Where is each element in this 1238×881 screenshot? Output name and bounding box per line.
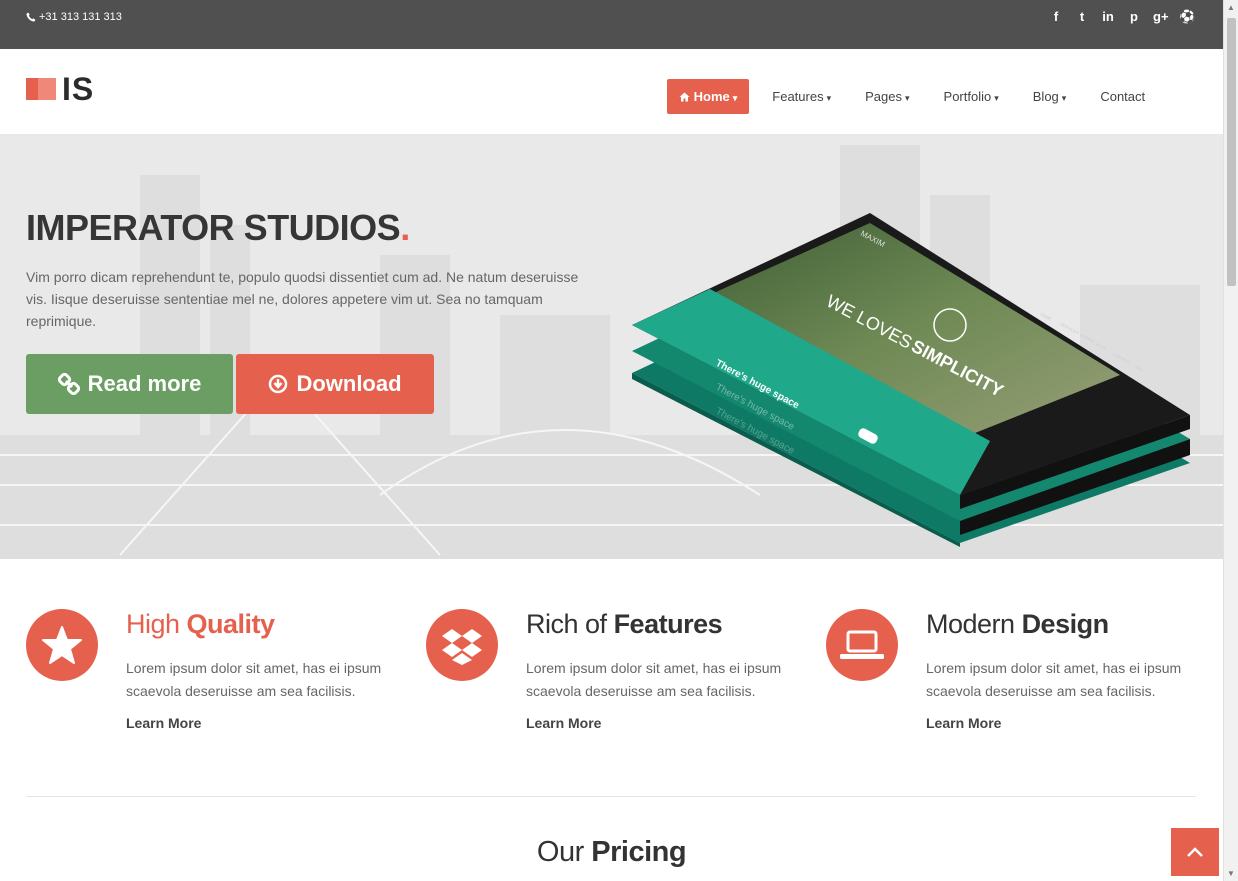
scrollbar-thumb[interactable] bbox=[1227, 18, 1236, 286]
nav-contact-label: Contact bbox=[1100, 89, 1146, 104]
dribbble-icon[interactable]: ⚽ bbox=[1179, 9, 1195, 25]
phone-icon bbox=[26, 12, 36, 22]
feature-title: Rich of Features bbox=[526, 609, 723, 640]
nav-pages[interactable]: Pages ▾ bbox=[865, 79, 909, 114]
feature-title-light: Rich of bbox=[526, 609, 607, 639]
feature-title: High Quality bbox=[126, 609, 275, 640]
hero-title-dot: . bbox=[400, 207, 410, 248]
star-icon bbox=[42, 626, 82, 664]
phone-contact: +31 313 131 313 bbox=[26, 11, 122, 23]
nav-blog-label: Blog bbox=[1032, 89, 1059, 104]
home-icon bbox=[679, 92, 690, 102]
hero-title-text: IMPERATOR STUDIOS bbox=[26, 207, 401, 248]
logo-text: IS bbox=[62, 71, 95, 107]
hero-title: IMPERATOR STUDIOS. bbox=[26, 207, 410, 249]
feature-high-quality: High Quality Lorem ipsum dolor sit amet,… bbox=[26, 609, 406, 749]
scroll-to-top-button[interactable] bbox=[1171, 828, 1219, 876]
dropbox-icon bbox=[442, 629, 482, 665]
chevron-down-icon: ▾ bbox=[732, 93, 738, 103]
social-links: f t in p g+ ⚽ bbox=[1049, 9, 1195, 25]
feature-title-bold: Design bbox=[1021, 609, 1110, 639]
pricing-heading-light: Our bbox=[536, 836, 584, 868]
mockup-nav-contact: CONTACT bbox=[1112, 351, 1132, 365]
link-icon bbox=[57, 373, 80, 395]
nav-portfolio-label: Portfolio bbox=[943, 89, 992, 104]
feature-title-light: High bbox=[126, 609, 180, 639]
main-nav: Home ▾ Features ▾ Pages ▾ Portfolio ▾ Blog ▾ … bbox=[667, 79, 1179, 114]
facebook-icon[interactable]: f bbox=[1049, 9, 1063, 25]
feature-modern-design: Modern Design Lorem ipsum dolor sit amet… bbox=[826, 609, 1206, 749]
section-divider bbox=[26, 796, 1196, 797]
scroll-down-arrow-icon[interactable]: ▼ bbox=[1227, 869, 1235, 878]
nav-portfolio[interactable]: Portfolio ▾ bbox=[944, 79, 999, 114]
feature-title: Modern Design bbox=[926, 609, 1109, 640]
device-mockup-illustration: MAXIM WE LOVES SIMPLICITY There's huge s… bbox=[632, 213, 1190, 547]
pricing-heading-bold: Pricing bbox=[591, 836, 687, 868]
phone-number: +31 313 131 313 bbox=[39, 11, 122, 23]
chevron-up-icon bbox=[1187, 847, 1203, 857]
pinterest-icon[interactable]: p bbox=[1127, 9, 1141, 25]
read-more-label: Read more bbox=[87, 371, 202, 396]
twitter-icon[interactable]: t bbox=[1075, 9, 1089, 25]
feature-icon-circle bbox=[26, 609, 98, 681]
nav-pages-label: Pages bbox=[865, 89, 902, 104]
download-icon bbox=[269, 374, 288, 394]
linkedin-icon[interactable]: in bbox=[1101, 9, 1115, 25]
nav-features[interactable]: Features ▾ bbox=[772, 79, 831, 114]
learn-more-link[interactable]: Learn More bbox=[526, 715, 601, 731]
nav-home-label: Home bbox=[693, 89, 730, 104]
pricing-heading: Our Pricing bbox=[0, 836, 1223, 869]
logo-mark bbox=[26, 78, 56, 100]
learn-more-link[interactable]: Learn More bbox=[926, 715, 1001, 731]
googleplus-icon[interactable]: g+ bbox=[1153, 9, 1169, 25]
mockup-nav-faq: FAQ bbox=[1135, 364, 1144, 372]
nav-home[interactable]: Home ▾ bbox=[667, 79, 750, 114]
mockup-nav-works: WORKS bbox=[1080, 332, 1096, 344]
feature-title-bold: Features bbox=[613, 609, 723, 639]
nav-features-label: Features bbox=[772, 89, 824, 104]
chevron-down-icon: ▾ bbox=[905, 93, 910, 103]
learn-more-link[interactable]: Learn More bbox=[126, 715, 201, 731]
top-bar: +31 313 131 313 f t in p g+ ⚽ bbox=[0, 0, 1223, 49]
scroll-up-arrow-icon[interactable]: ▲ bbox=[1227, 3, 1235, 12]
nav-contact[interactable]: Contact bbox=[1100, 79, 1145, 114]
feature-rich-features: Rich of Features Lorem ipsum dolor sit a… bbox=[426, 609, 806, 749]
read-more-button[interactable]: Read more bbox=[26, 354, 233, 414]
feature-icon-circle bbox=[426, 609, 498, 681]
feature-icon-circle bbox=[826, 609, 898, 681]
chevron-down-icon: ▾ bbox=[826, 93, 832, 103]
logo[interactable]: IS bbox=[26, 71, 95, 107]
page-scrollbar[interactable]: ▲ ▼ bbox=[1223, 0, 1238, 881]
site-header: IS Home ▾ Features ▾ Pages ▾ Portfolio ▾ Blo… bbox=[0, 49, 1223, 135]
hero-section: IMPERATOR STUDIOS. Vim porro dicam repre… bbox=[0, 135, 1223, 559]
download-button[interactable]: Download bbox=[236, 354, 434, 414]
download-label: Download bbox=[296, 371, 402, 396]
mockup-nav-blog: BLOG bbox=[1096, 341, 1108, 351]
feature-title-bold: Quality bbox=[186, 609, 276, 639]
mockup-nav-services: SERVICES bbox=[1060, 321, 1080, 335]
mockup-nav-home: HOME bbox=[1040, 311, 1053, 321]
nav-blog[interactable]: Blog ▾ bbox=[1033, 79, 1067, 114]
chevron-down-icon: ▾ bbox=[1061, 93, 1067, 103]
feature-text: Lorem ipsum dolor sit amet, has ei ipsum… bbox=[126, 660, 382, 699]
feature-text: Lorem ipsum dolor sit amet, has ei ipsum… bbox=[526, 660, 782, 699]
hero-description: Vim porro dicam reprehendunt te, populo … bbox=[26, 269, 579, 329]
laptop-icon bbox=[840, 630, 884, 659]
chevron-down-icon: ▾ bbox=[994, 93, 999, 103]
feature-title-light: Modern bbox=[926, 609, 1015, 639]
feature-text: Lorem ipsum dolor sit amet, has ei ipsum… bbox=[926, 660, 1182, 699]
